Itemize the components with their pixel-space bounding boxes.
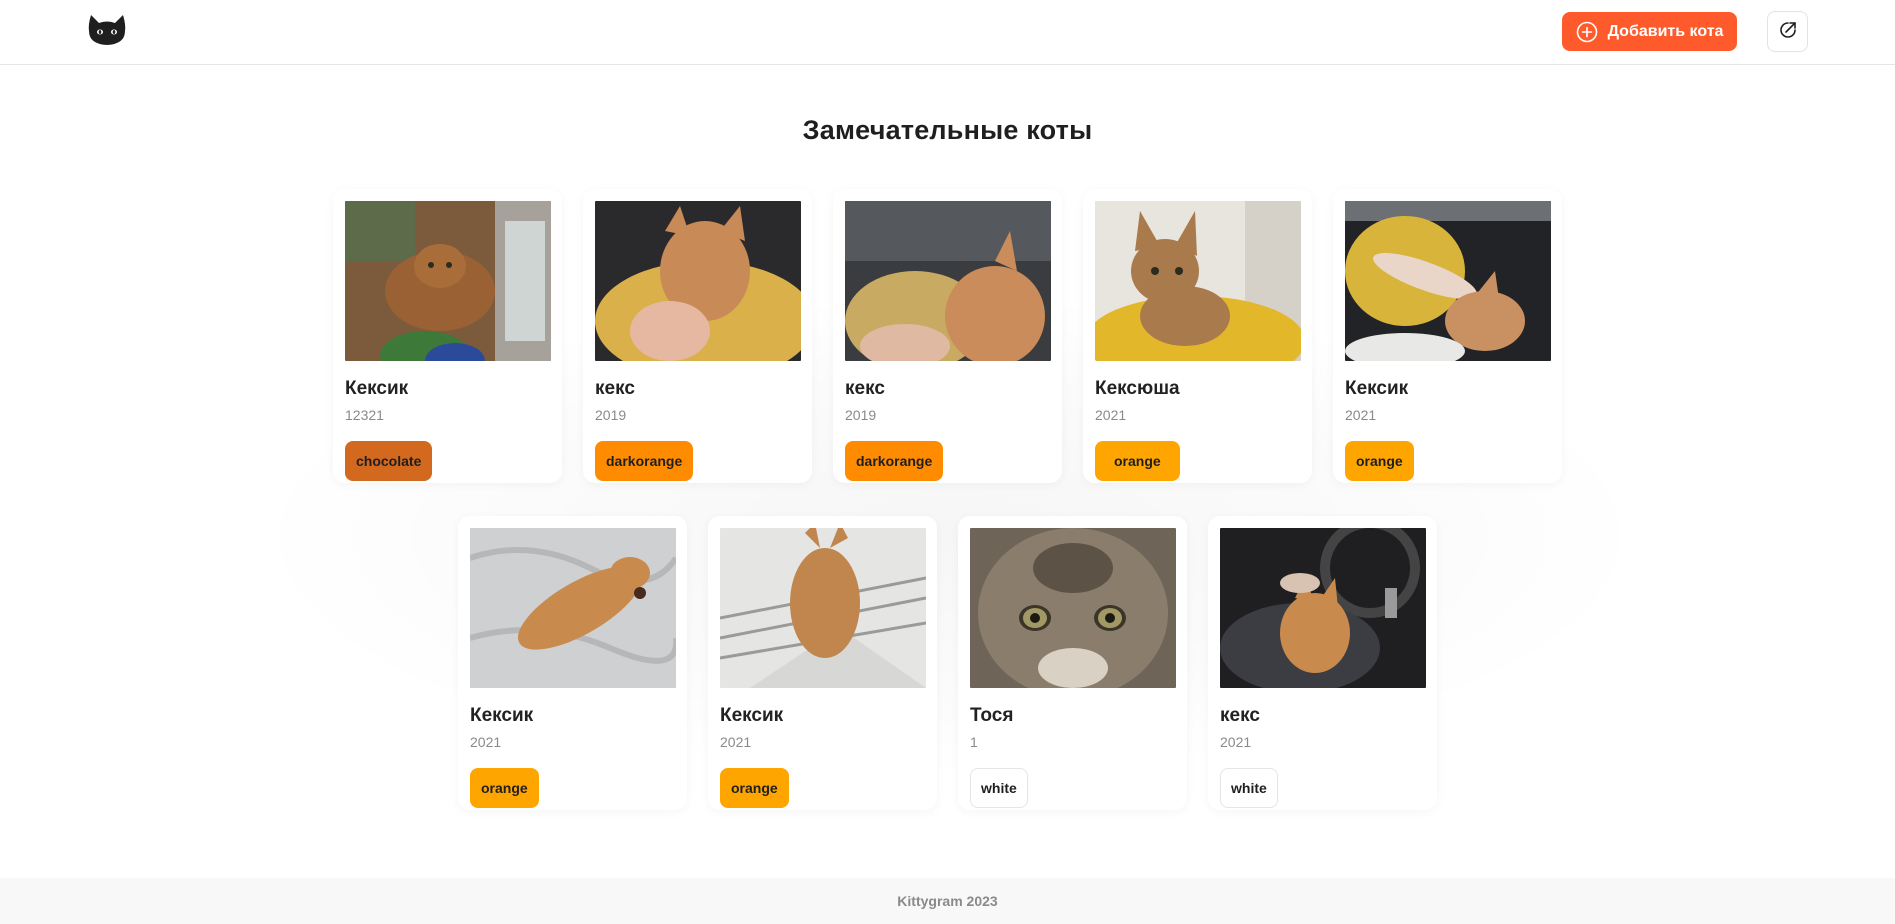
cat-photo[interactable] — [1220, 528, 1426, 688]
cat-logo-icon[interactable] — [87, 13, 127, 47]
cat-photo[interactable] — [1345, 201, 1551, 361]
cat-photo[interactable] — [845, 201, 1051, 361]
cat-photo[interactable] — [470, 528, 676, 688]
cat-name: Кексик — [470, 705, 534, 726]
logout-icon — [1778, 20, 1798, 43]
page-title: Замечательные коты — [802, 115, 1093, 145]
cats-grid: Кексик 12321 chocolate кекс 2019 darkora… — [0, 189, 1895, 810]
add-cat-button-label: Добавить кота — [1607, 22, 1724, 40]
cat-birth-year: 12321 — [345, 407, 384, 423]
cat-card[interactable]: Кексик 12321 chocolate — [333, 189, 562, 483]
cat-birth-year: 1 — [970, 734, 978, 750]
cat-photo[interactable] — [1095, 201, 1301, 361]
cat-card[interactable]: Кексик 2021 orange — [708, 516, 937, 810]
footer-copyright: Kittygram 2023 — [897, 893, 998, 909]
cat-name: кекс — [1220, 705, 1260, 726]
cat-name: Кексюша — [1095, 378, 1180, 399]
cat-card[interactable]: Тося 1 white — [958, 516, 1187, 810]
cat-birth-year: 2021 — [720, 734, 752, 750]
cat-color-badge: darkorange — [845, 441, 944, 481]
cat-name: Кексик — [1345, 378, 1409, 399]
cat-color-badge: white — [1220, 768, 1278, 808]
cat-name: Тося — [970, 705, 1014, 726]
cat-name: кекс — [845, 378, 885, 399]
cat-card[interactable]: Кексюша 2021 orange — [1083, 189, 1312, 483]
cat-color-badge: darkorange — [595, 441, 694, 481]
cat-name: Кексик — [720, 705, 784, 726]
cat-birth-year: 2021 — [470, 734, 502, 750]
cat-color-badge: orange — [1095, 441, 1180, 481]
cat-color-badge: chocolate — [345, 441, 433, 481]
main-content: Замечательные коты Кексик 12321 chocolat… — [0, 66, 1895, 878]
cat-birth-year: 2019 — [595, 407, 627, 423]
cats-row-1: Кексик 12321 chocolate кекс 2019 darkora… — [0, 189, 1895, 483]
cat-card[interactable]: Кексик 2021 orange — [458, 516, 687, 810]
cats-row-2: Кексик 2021 orange Кексик 2021 orange То… — [0, 516, 1895, 810]
cat-card[interactable]: кекс 2019 darkorange — [833, 189, 1062, 483]
cat-color-badge: orange — [470, 768, 539, 808]
cat-color-badge: orange — [1345, 441, 1414, 481]
cat-card[interactable]: кекс 2021 white — [1208, 516, 1437, 810]
cat-birth-year: 2021 — [1345, 407, 1377, 423]
cat-name: Кексик — [345, 378, 409, 399]
cat-color-badge: white — [970, 768, 1028, 808]
cat-name: кекс — [595, 378, 635, 399]
add-cat-button[interactable]: Добавить кота — [1562, 12, 1737, 51]
cat-photo[interactable] — [720, 528, 926, 688]
cat-card[interactable]: кекс 2019 darkorange — [583, 189, 812, 483]
cat-photo[interactable] — [970, 528, 1176, 688]
cat-birth-year: 2021 — [1220, 734, 1252, 750]
cat-card[interactable]: Кексик 2021 orange — [1333, 189, 1562, 483]
cat-photo[interactable] — [595, 201, 801, 361]
cat-birth-year: 2019 — [845, 407, 877, 423]
top-navbar: Добавить кота — [0, 0, 1895, 65]
footer: Kittygram 2023 — [0, 878, 1895, 924]
plus-circle-icon — [1576, 21, 1598, 43]
cat-color-badge: orange — [720, 768, 789, 808]
logout-button[interactable] — [1767, 11, 1808, 52]
cat-birth-year: 2021 — [1095, 407, 1127, 423]
cat-photo[interactable] — [345, 201, 551, 361]
